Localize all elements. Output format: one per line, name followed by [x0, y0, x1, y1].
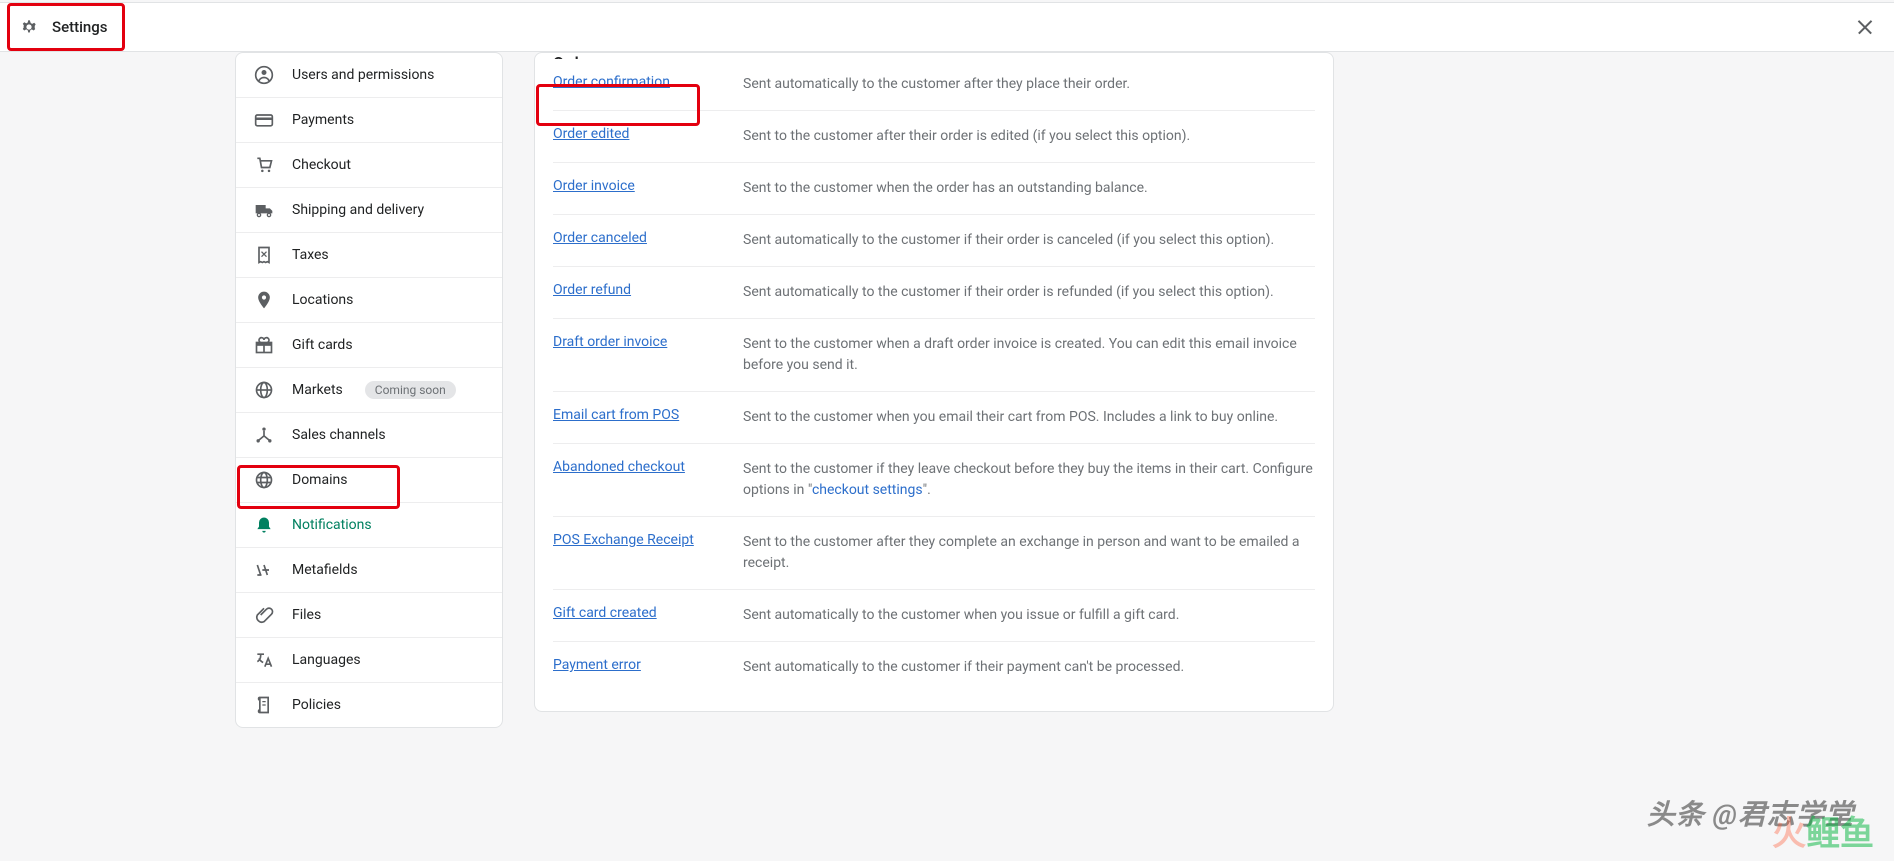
notification-link[interactable]: Order confirmation	[553, 74, 743, 90]
metafields-icon	[254, 560, 274, 580]
notification-description: Sent automatically to the customer if th…	[743, 657, 1184, 678]
notification-description: Sent to the customer when a draft order …	[743, 334, 1315, 376]
settings-header: Settings	[0, 2, 1894, 52]
notification-link[interactable]: Draft order invoice	[553, 334, 743, 350]
sidebar-item-label: Users and permissions	[292, 67, 434, 83]
notification-description: Sent automatically to the customer if th…	[743, 282, 1274, 303]
sidebar-item-label: Taxes	[292, 247, 329, 263]
section-title-orders: Orders	[553, 49, 1315, 59]
sidebar-item-label: Policies	[292, 697, 341, 713]
notification-row: Abandoned checkoutSent to the customer i…	[553, 444, 1315, 517]
sidebar-item-label: Shipping and delivery	[292, 202, 424, 218]
notification-description: Sent to the customer if they leave check…	[743, 459, 1315, 501]
sidebar-item-label: Metafields	[292, 562, 358, 578]
notification-row: Gift card createdSent automatically to t…	[553, 590, 1315, 642]
watermark-logo: 火鲤鱼	[1772, 806, 1874, 855]
gear-icon	[20, 18, 38, 36]
receipt-icon	[254, 245, 274, 265]
sidebar-item-label: Domains	[292, 472, 347, 488]
sidebar-item-label: Payments	[292, 112, 354, 128]
notification-description: Sent to the customer when you email thei…	[743, 407, 1278, 428]
coming-soon-badge: Coming soon	[365, 381, 456, 399]
notification-description: Sent to the customer after their order i…	[743, 126, 1190, 147]
sidebar-item-taxes[interactable]: Taxes	[236, 233, 502, 278]
sidebar-item-label: Locations	[292, 292, 353, 308]
sidebar-item-metafields[interactable]: Metafields	[236, 548, 502, 593]
notification-row: Order canceledSent automatically to the …	[553, 215, 1315, 267]
notification-row: Order invoiceSent to the customer when t…	[553, 163, 1315, 215]
sidebar-item-files[interactable]: Files	[236, 593, 502, 638]
sidebar-item-languages[interactable]: Languages	[236, 638, 502, 683]
sidebar-item-locations[interactable]: Locations	[236, 278, 502, 323]
notifications-panel: Orders Order confirmationSent automatica…	[534, 52, 1334, 712]
notification-link[interactable]: Order refund	[553, 282, 743, 298]
notification-link[interactable]: Order invoice	[553, 178, 743, 194]
bell-icon	[254, 515, 274, 535]
notification-description: Sent automatically to the customer when …	[743, 605, 1179, 626]
notification-row: Order editedSent to the customer after t…	[553, 111, 1315, 163]
notification-link[interactable]: Email cart from POS	[553, 407, 743, 423]
notification-row: POS Exchange ReceiptSent to the customer…	[553, 517, 1315, 590]
sidebar-item-shipping[interactable]: Shipping and delivery	[236, 188, 502, 233]
sidebar-item-markets[interactable]: Markets Coming soon	[236, 368, 502, 413]
user-circle-icon	[254, 65, 274, 85]
notification-row: Payment errorSent automatically to the c…	[553, 642, 1315, 693]
close-icon[interactable]	[1854, 16, 1876, 38]
sidebar-item-gift-cards[interactable]: Gift cards	[236, 323, 502, 368]
pin-icon	[254, 290, 274, 310]
notification-link[interactable]: Abandoned checkout	[553, 459, 743, 475]
page-title: Settings	[52, 18, 108, 36]
notification-row: Order refundSent automatically to the cu…	[553, 267, 1315, 319]
notification-link[interactable]: Order edited	[553, 126, 743, 142]
notification-description: Sent to the customer when the order has …	[743, 178, 1148, 199]
sidebar-item-domains[interactable]: Domains	[236, 458, 502, 503]
languages-icon	[254, 650, 274, 670]
clip-icon	[254, 605, 274, 625]
sidebar-item-policies[interactable]: Policies	[236, 683, 502, 727]
notification-link[interactable]: Gift card created	[553, 605, 743, 621]
channels-icon	[254, 425, 274, 445]
sidebar-item-payments[interactable]: Payments	[236, 98, 502, 143]
notification-row: Email cart from POSSent to the customer …	[553, 392, 1315, 444]
notification-description: Sent to the customer after they complete…	[743, 532, 1315, 574]
domain-icon	[254, 470, 274, 490]
sidebar-item-sales-channels[interactable]: Sales channels	[236, 413, 502, 458]
notification-row: Order confirmationSent automatically to …	[553, 59, 1315, 111]
notification-link[interactable]: POS Exchange Receipt	[553, 532, 743, 548]
truck-icon	[254, 200, 274, 220]
sidebar-item-label: Checkout	[292, 157, 351, 173]
sidebar-item-label: Sales channels	[292, 427, 386, 443]
gift-icon	[254, 335, 274, 355]
sidebar-item-label: Markets	[292, 382, 343, 398]
policies-icon	[254, 695, 274, 715]
credit-card-icon	[254, 110, 274, 130]
notification-link[interactable]: Order canceled	[553, 230, 743, 246]
settings-sidebar: Users and permissions Payments Checkout …	[235, 52, 503, 728]
globe-icon	[254, 380, 274, 400]
notification-link[interactable]: Payment error	[553, 657, 743, 673]
cart-icon	[254, 155, 274, 175]
sidebar-item-notifications[interactable]: Notifications	[236, 503, 502, 548]
sidebar-item-label: Files	[292, 607, 321, 623]
sidebar-item-users[interactable]: Users and permissions	[236, 53, 502, 98]
sidebar-item-label: Gift cards	[292, 337, 353, 353]
sidebar-item-label: Languages	[292, 652, 361, 668]
notification-row: Draft order invoiceSent to the customer …	[553, 319, 1315, 392]
sidebar-item-checkout[interactable]: Checkout	[236, 143, 502, 188]
notification-description: Sent automatically to the customer after…	[743, 74, 1130, 95]
notification-description: Sent automatically to the customer if th…	[743, 230, 1274, 251]
sidebar-item-label: Notifications	[292, 517, 372, 533]
checkout-settings-link[interactable]: checkout settings	[812, 482, 923, 498]
